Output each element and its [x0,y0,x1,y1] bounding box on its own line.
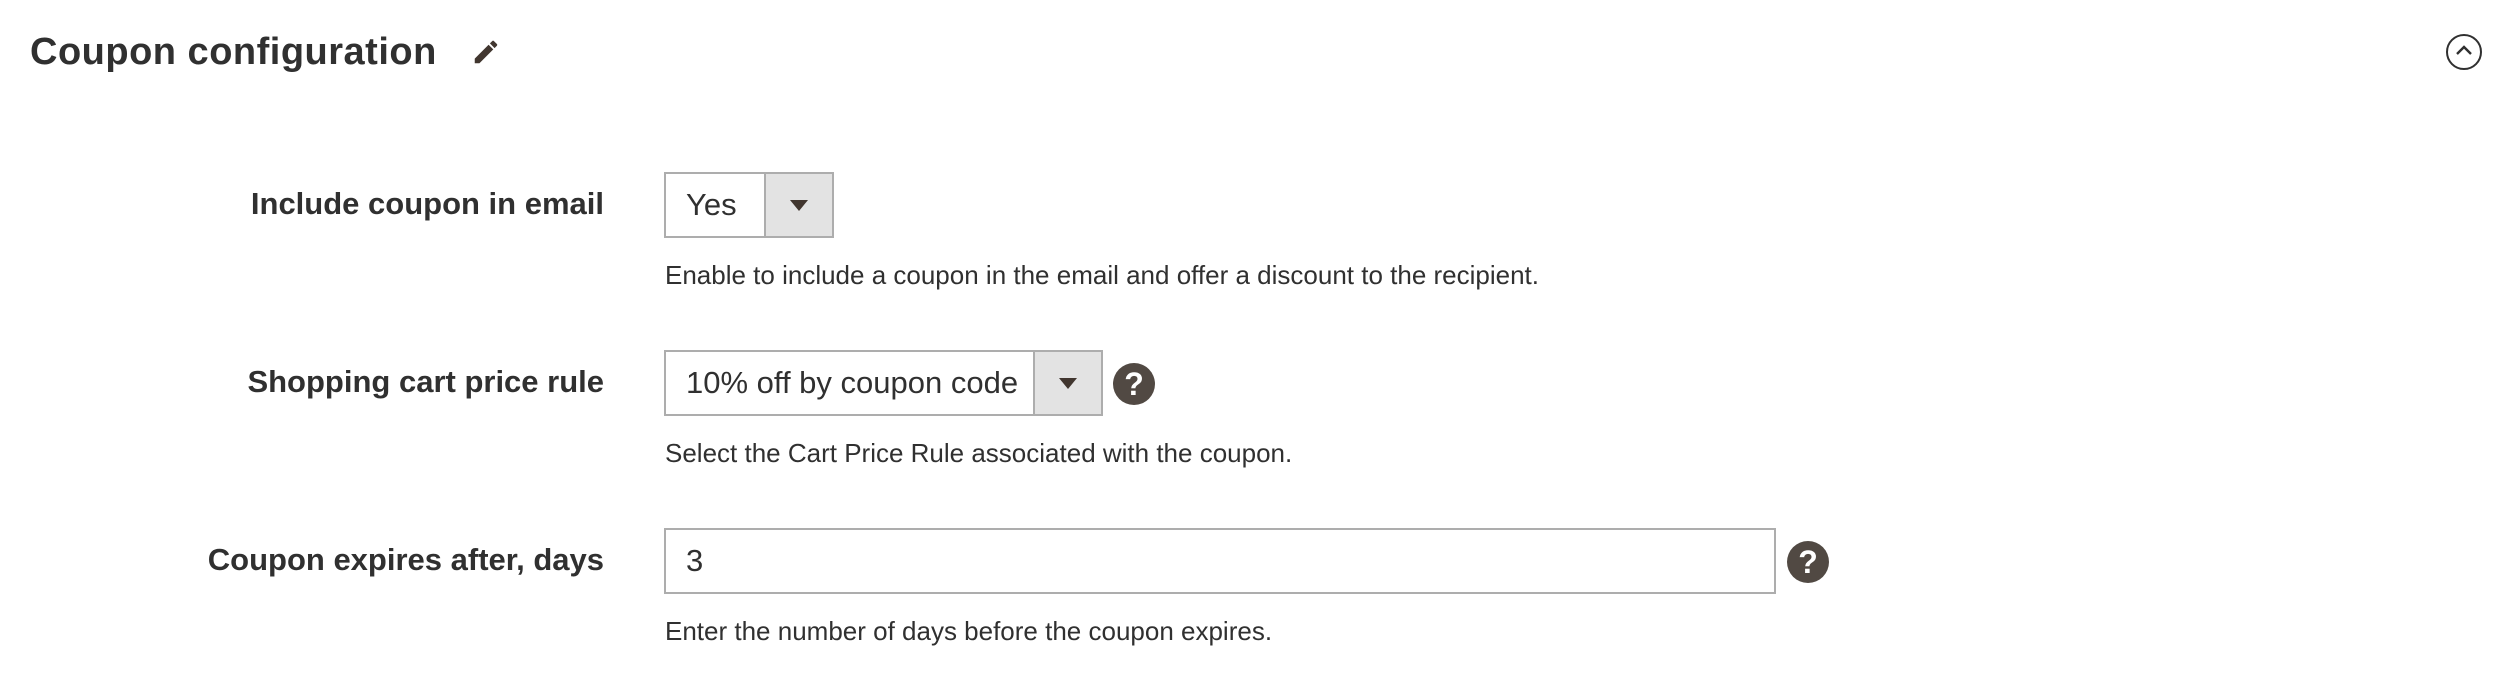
include-coupon-note: Enable to include a coupon in the email … [665,260,1539,290]
chevron-up-icon [2454,43,2474,62]
section-title: Coupon configuration [30,30,437,73]
include-coupon-select[interactable]: Yes [664,172,834,238]
price-rule-label: Shopping cart price rule [247,364,604,399]
price-rule-value: 10% off by coupon code [686,365,1019,400]
expires-days-label: Coupon expires after, days [207,542,604,577]
pencil-icon[interactable] [471,37,501,67]
price-rule-select[interactable]: 10% off by coupon code [664,350,1103,416]
section-header: Coupon configuration [30,24,501,80]
expires-days-note: Enter the number of days before the coup… [665,616,1273,646]
question-mark-icon[interactable]: ? [1113,363,1155,405]
caret-down-icon [790,199,808,211]
collapse-section-button[interactable] [2446,34,2482,70]
price-rule-note: Select the Cart Price Rule associated wi… [665,438,1293,468]
question-mark-icon[interactable]: ? [1787,541,1829,583]
include-coupon-label: Include coupon in email [250,186,604,221]
caret-down-icon [1059,377,1077,389]
expires-days-input[interactable] [664,528,1776,594]
include-coupon-value: Yes [686,187,737,222]
dropdown-toggle[interactable] [1033,352,1101,414]
dropdown-toggle[interactable] [764,174,832,236]
